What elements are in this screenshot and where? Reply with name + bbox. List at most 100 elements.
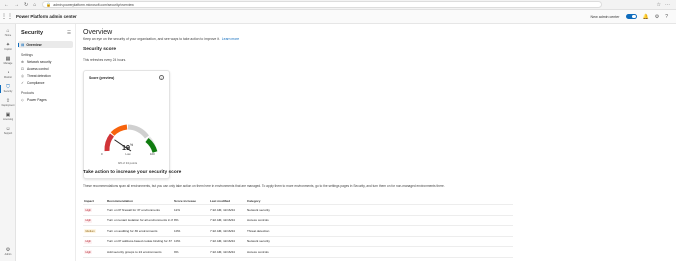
score-cell: 11% (174, 207, 180, 212)
rail-label: Deployment (1, 104, 15, 107)
rail-label: Manage (3, 62, 13, 65)
lock-icon: ⊡ (21, 66, 25, 71)
score-cell: 9% (174, 249, 179, 254)
gauge-segment-orange (110, 124, 128, 136)
main-content: Overview Keep an eye on the security of … (76, 24, 676, 261)
notifications-icon[interactable]: 🔔 (643, 14, 649, 20)
rail-item-manage[interactable]: ▦ Manage (0, 54, 16, 68)
refresh-icon[interactable]: ↻ (24, 2, 28, 8)
column-header-modified[interactable]: Last modified (209, 199, 246, 203)
nav-group-settings: Settings (21, 52, 33, 57)
lock-icon: 🔒 (46, 2, 52, 7)
collapse-nav-icon[interactable]: ☰ (67, 30, 71, 36)
recommendation-cell[interactable]: Turn on IP address-based cookie binding … (106, 239, 173, 243)
forward-icon[interactable]: → (14, 2, 19, 8)
impact-badge: High (84, 218, 93, 223)
category-cell: Network security (247, 239, 270, 244)
nav-item-access-control[interactable]: ⊡ Access control (16, 65, 75, 72)
rail-item-monitor[interactable]: ◔ Monitor (0, 68, 16, 82)
column-header-score[interactable]: Score increase (173, 199, 209, 203)
app-header: ⋮⋮ Power Platform admin center New admin… (0, 10, 676, 24)
learn-more-link[interactable]: Learn more (222, 37, 239, 41)
table-row[interactable]: High Turn on tenant isolation for all env… (83, 216, 513, 226)
rail-item-licensing[interactable]: ▣ Licensing (0, 110, 16, 124)
score-cell: 10% (174, 228, 181, 233)
browser-toolbar: ← → ↻ ⌂ 🔒 admin.powerplatform.microsoft.… (0, 0, 676, 10)
compliance-icon: ✓ (21, 80, 25, 85)
impact-badge: High (84, 250, 93, 254)
page-description-text: Keep an eye on the security of your orga… (83, 37, 220, 41)
threat-icon: ◎ (21, 73, 25, 78)
recommendation-cell[interactable]: Turn on auditing for 36 environments (106, 229, 173, 233)
gauge-segment-gray (127, 124, 150, 139)
impact-badge: Medium (84, 229, 97, 233)
security-score-heading: Security score (83, 47, 117, 52)
table-header-row: Impact Recommendation Score increase Las… (83, 197, 513, 205)
power-pages-icon: ◇ (21, 97, 24, 102)
recommendation-cell[interactable]: Turn on tenant isolation for all environ… (106, 218, 173, 222)
address-bar[interactable]: 🔒 admin.powerplatform.microsoft.com/secu… (42, 1, 603, 8)
rail-item-deployment[interactable]: ⇪ Deployment (0, 96, 16, 110)
recommendations-table: Impact Recommendation Score increase Las… (83, 197, 513, 258)
rail-label: Monitor (4, 76, 12, 79)
score-cell: 10% (174, 239, 181, 244)
gauge-max-label: 100 (150, 152, 155, 156)
take-action-description: These recommendations span all environme… (83, 184, 445, 188)
app-launcher-icon[interactable]: ⋮⋮ (0, 13, 14, 20)
modified-cell: 7:22 AM, 11/16/24 (210, 249, 235, 254)
modified-cell: 7:22 AM, 11/16/24 (210, 218, 235, 223)
nav-item-threat-detection[interactable]: ◎ Threat detection (16, 72, 75, 79)
column-header-impact[interactable]: Impact (83, 199, 106, 203)
security-nav: Security ☰ ▤ Overview Settings ⊕ Network… (16, 24, 76, 261)
new-admin-center-label: New admin center (590, 14, 620, 19)
refresh-note: This refreshes every 24 hours. (83, 58, 127, 62)
app-title: Power Platform admin center (16, 14, 77, 19)
category-cell: Network security (247, 207, 270, 212)
category-cell: Access controls (247, 249, 269, 254)
nav-item-power-pages[interactable]: ◇ Power Pages (16, 96, 75, 103)
nav-item-network-security[interactable]: ⊕ Network security (16, 58, 75, 65)
nav-item-compliance[interactable]: ✓ Compliance (16, 79, 75, 86)
page-description: Keep an eye on the security of your orga… (83, 37, 239, 41)
star-icon[interactable]: ☆ (657, 2, 661, 8)
left-rail: ⌂ Home ✦ Copilot ▦ Manage ◔ Monitor ⛉ Se… (0, 24, 16, 261)
new-admin-center-toggle[interactable] (625, 13, 637, 20)
nav-item-overview[interactable]: ▤ Overview (18, 41, 73, 48)
table-row[interactable]: High Turn on IP firewall for 37 environme… (83, 205, 513, 216)
recommendation-cell[interactable]: Add security groups to 24 environments (106, 250, 173, 254)
help-icon[interactable]: ? (665, 14, 668, 20)
category-cell: Threat detection (247, 228, 270, 233)
rail-item-home[interactable]: ⌂ Home (0, 26, 16, 40)
table-row[interactable]: Medium Turn on auditing for 36 environmen… (83, 226, 513, 237)
rail-item-copilot[interactable]: ✦ Copilot (0, 40, 16, 54)
gauge-segment-red (104, 133, 115, 152)
nav-item-label: Network security (27, 59, 52, 64)
column-header-recommendation[interactable]: Recommendation (106, 199, 173, 203)
impact-badge: High (84, 239, 93, 244)
recommendation-cell[interactable]: Turn on IP firewall for 37 environments (106, 208, 173, 212)
rail-item-admin[interactable]: ⚙ Admin (0, 245, 16, 259)
url-text: admin.powerplatform.microsoft.com/securi… (53, 2, 134, 7)
score-card: Score (preview) i 19% Low 0 100 9/6 of 3… (83, 70, 170, 179)
modified-cell: 7:22 AM, 11/16/24 (210, 239, 235, 244)
rail-item-security[interactable]: ⛉ Security (0, 82, 16, 96)
take-action-heading: Take action to increase your security sc… (83, 170, 182, 175)
home-icon[interactable]: ⌂ (33, 2, 36, 8)
rail-label: Security (3, 90, 13, 93)
settings-icon[interactable]: ⚙ (655, 14, 659, 20)
gauge-min-label: 0 (101, 152, 103, 156)
impact-cell: High (83, 208, 106, 212)
nav-item-label: Compliance (27, 80, 45, 85)
table-row[interactable]: High Turn on IP address-based cookie bind… (83, 237, 513, 247)
extensions-icon[interactable]: ⋯ (665, 2, 670, 8)
impact-cell: High (83, 218, 106, 223)
security-nav-title: Security (21, 30, 44, 36)
back-icon[interactable]: ← (4, 2, 9, 8)
table-row[interactable]: High Add security groups to 24 environmen… (83, 247, 513, 258)
rail-label: Copilot (4, 48, 12, 51)
column-header-category[interactable]: Category (246, 199, 306, 203)
nav-item-label: Access control (27, 66, 49, 71)
rail-item-support[interactable]: ☺ Support (0, 124, 16, 138)
network-icon: ⊕ (21, 59, 25, 64)
impact-badge: High (84, 208, 93, 212)
